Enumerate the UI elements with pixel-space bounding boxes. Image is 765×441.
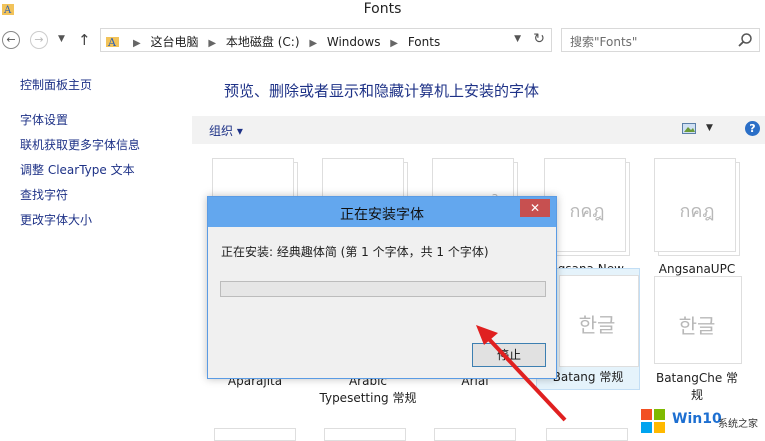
font-tile[interactable]: กคฎ AngsanaUPC (650, 156, 744, 278)
watermark-sub: 系统之家 (718, 419, 758, 430)
font-tile-partial[interactable] (546, 428, 628, 441)
font-tile-partial[interactable] (214, 428, 296, 441)
find-character-link[interactable]: 查找字符 (20, 186, 68, 203)
dialog-title: 正在安装字体 (340, 207, 424, 223)
installing-fonts-dialog: 正在安装字体 ✕ 正在安装: 经典趣体简 (第 1 个字体，共 1 个字体) 停… (207, 196, 557, 379)
breadcrumb-fonts[interactable]: Fonts (408, 35, 440, 49)
organize-label: 组织 (209, 124, 234, 138)
navigation-bar: ← → ▼ ↑ A ▶ 这台电脑 ▶ 本地磁盘 (C:) ▶ Windows ▶… (0, 28, 765, 54)
fonts-folder-icon: A (106, 36, 119, 48)
title-bar: A Fonts (0, 0, 765, 22)
view-options-icon[interactable] (682, 123, 696, 134)
address-bar[interactable]: A ▶ 这台电脑 ▶ 本地磁盘 (C:) ▶ Windows ▶ Fonts ▼… (100, 28, 552, 52)
change-font-size-link[interactable]: 更改字体大小 (20, 211, 92, 228)
watermark-brand: Win10 (672, 411, 722, 427)
breadcrumb-windows[interactable]: Windows (327, 35, 381, 49)
page-heading: 预览、删除或者显示和隐藏计算机上安装的字体 (224, 82, 540, 100)
address-dropdown-icon[interactable]: ▼ (514, 34, 521, 44)
font-tile-partial[interactable] (324, 428, 406, 441)
up-arrow-icon[interactable]: ↑ (78, 31, 91, 49)
recent-locations-chevron-icon[interactable]: ▼ (58, 34, 65, 44)
command-toolbar: 组织 ▾ ▼ ? (192, 116, 765, 144)
install-progress-bar (220, 281, 546, 297)
search-icon[interactable] (737, 32, 753, 48)
breadcrumb-this-pc[interactable]: 这台电脑 (151, 33, 199, 50)
font-file-icon: 한글 (650, 274, 744, 364)
control-panel-home-link[interactable]: 控制面板主页 (20, 76, 92, 93)
forward-button[interactable]: → (30, 31, 48, 49)
windows-logo-icon (641, 409, 665, 433)
view-dropdown-icon[interactable]: ▼ (706, 123, 713, 133)
refresh-icon[interactable]: ↻ (533, 31, 545, 47)
breadcrumb-chevron-icon: ▶ (309, 38, 318, 49)
window-title: Fonts (363, 1, 402, 17)
breadcrumb-chevron-icon: ▶ (133, 38, 141, 49)
win10-watermark-logo: Win10 系统之家 (640, 405, 765, 439)
dialog-close-icon[interactable]: ✕ (520, 199, 550, 217)
breadcrumb-local-disk[interactable]: 本地磁盘 (C:) (226, 33, 300, 50)
font-tile-partial[interactable] (434, 428, 516, 441)
svg-text:A: A (107, 36, 117, 48)
adjust-cleartype-link[interactable]: 调整 ClearType 文本 (20, 161, 135, 178)
help-icon[interactable]: ? (745, 121, 760, 136)
font-file-icon: กคฎ (650, 156, 744, 258)
search-placeholder: 搜索"Fonts" (570, 35, 638, 49)
get-more-font-info-link[interactable]: 联机获取更多字体信息 (20, 136, 140, 153)
dialog-title-bar[interactable]: 正在安装字体 ✕ (208, 197, 556, 227)
stop-button[interactable]: 停止 (472, 343, 546, 367)
font-preview-glyph: กคฎ (679, 201, 715, 222)
breadcrumb-chevron-icon: ▶ (208, 38, 217, 49)
breadcrumb-chevron-icon: ▶ (390, 38, 398, 49)
font-settings-link[interactable]: 字体设置 (20, 111, 68, 128)
breadcrumb: ▶ 这台电脑 ▶ 本地磁盘 (C:) ▶ Windows ▶ Fonts (127, 33, 440, 50)
organize-button[interactable]: 组织 ▾ (209, 122, 243, 139)
installing-message: 正在安装: 经典趣体简 (第 1 个字体，共 1 个字体) (221, 245, 489, 259)
font-tile[interactable]: 한글 BatangChe 常规 (650, 274, 744, 404)
search-input[interactable]: 搜索"Fonts" (561, 28, 760, 52)
font-label: BatangChe 常规 (655, 371, 739, 402)
back-button[interactable]: ← (2, 31, 20, 49)
font-preview-glyph: 한글 (678, 314, 716, 338)
font-preview-glyph: 한글 (578, 313, 616, 337)
